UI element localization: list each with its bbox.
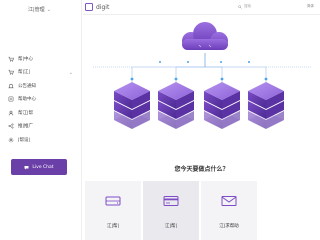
logo-icon [85, 3, 93, 11]
sidebar-item-5[interactable]: 推|推广 [7, 120, 77, 134]
network-lines [93, 53, 311, 85]
live-chat-button[interactable]: Live Chat [11, 159, 67, 175]
bell-icon [7, 82, 14, 89]
gear-icon [7, 136, 14, 143]
card-label: 江|帮| [106, 224, 120, 229]
mail-icon [221, 196, 237, 206]
sidebar-item-1[interactable]: 帮|江| ⌄ [7, 66, 77, 80]
cloud-servers-illustration [93, 22, 311, 129]
server-stack [114, 82, 150, 129]
sidebar-item-2[interactable]: 公告通知 [7, 79, 77, 93]
server-stack [248, 82, 284, 129]
sidebar-item-label: 帮助中心 [18, 97, 36, 103]
brand[interactable]: digit [85, 3, 109, 11]
brand-name: digit [96, 3, 110, 11]
search-button[interactable]: 搜索 [238, 4, 251, 9]
card-icon [163, 196, 179, 206]
server-stack [158, 82, 194, 129]
language-selector[interactable]: 简体 [307, 4, 314, 9]
card-label: 江|求帮助 [219, 224, 239, 229]
cart-icon [7, 69, 14, 76]
share-icon [7, 123, 14, 130]
account-label: 江|管理 [28, 7, 45, 13]
top-bar: digit 搜索 简体 [83, 0, 320, 15]
account-menu[interactable]: 江|管理 ⌄ [28, 6, 51, 14]
action-cards: 江|帮| 江|帮| 江|求帮助 [85, 181, 317, 240]
card-billing[interactable]: 江|帮| [143, 181, 199, 240]
sidebar-item-label: 公告通知 [18, 83, 36, 89]
main-content: 您今天要做点什么？ 江|帮| 江|帮| 江|求帮助 [83, 15, 320, 240]
sidebar-item-label: 帮江|帮 [18, 110, 34, 116]
chevron-down-icon: ⌄ [68, 69, 73, 76]
sidebar-item-label: 帮|中心 [18, 56, 34, 62]
chevron-down-icon: ⌄ [46, 6, 51, 13]
server-stack [204, 82, 240, 129]
sidebar-item-0[interactable]: 帮|中心 [7, 52, 77, 66]
network-nodes [130, 61, 268, 81]
search-label: 搜索 [244, 4, 251, 8]
cart-icon [7, 55, 14, 62]
sidebar-item-label: 帮|江| [18, 70, 31, 76]
live-chat-label: Live Chat [32, 164, 54, 170]
cloud-icon [182, 22, 228, 50]
sidebar-item-6[interactable]: |帮设| [7, 133, 77, 147]
user-icon [7, 109, 14, 116]
page-question: 您今天要做点什么？ [174, 166, 229, 173]
sidebar: 江|管理 ⌄ 帮|中心 帮|江| ⌄ 公告通知 帮助中心 帮江|帮 推|推广 |… [0, 0, 82, 240]
search-icon [238, 4, 242, 9]
sidebar-item-3[interactable]: 帮助中心 [7, 93, 77, 107]
card-server[interactable]: 江|帮| [85, 181, 141, 240]
chat-icon [24, 165, 29, 169]
card-support[interactable]: 江|求帮助 [201, 181, 257, 240]
sidebar-item-label: 推|推广 [18, 124, 34, 130]
help-icon [7, 96, 14, 103]
server-icon [105, 196, 121, 206]
sidebar-item-4[interactable]: 帮江|帮 [7, 106, 77, 120]
card-label: 江|帮| [164, 224, 178, 229]
sidebar-nav: 帮|中心 帮|江| ⌄ 公告通知 帮助中心 帮江|帮 推|推广 |帮设| [7, 52, 77, 147]
sidebar-item-label: |帮设| [18, 137, 31, 143]
